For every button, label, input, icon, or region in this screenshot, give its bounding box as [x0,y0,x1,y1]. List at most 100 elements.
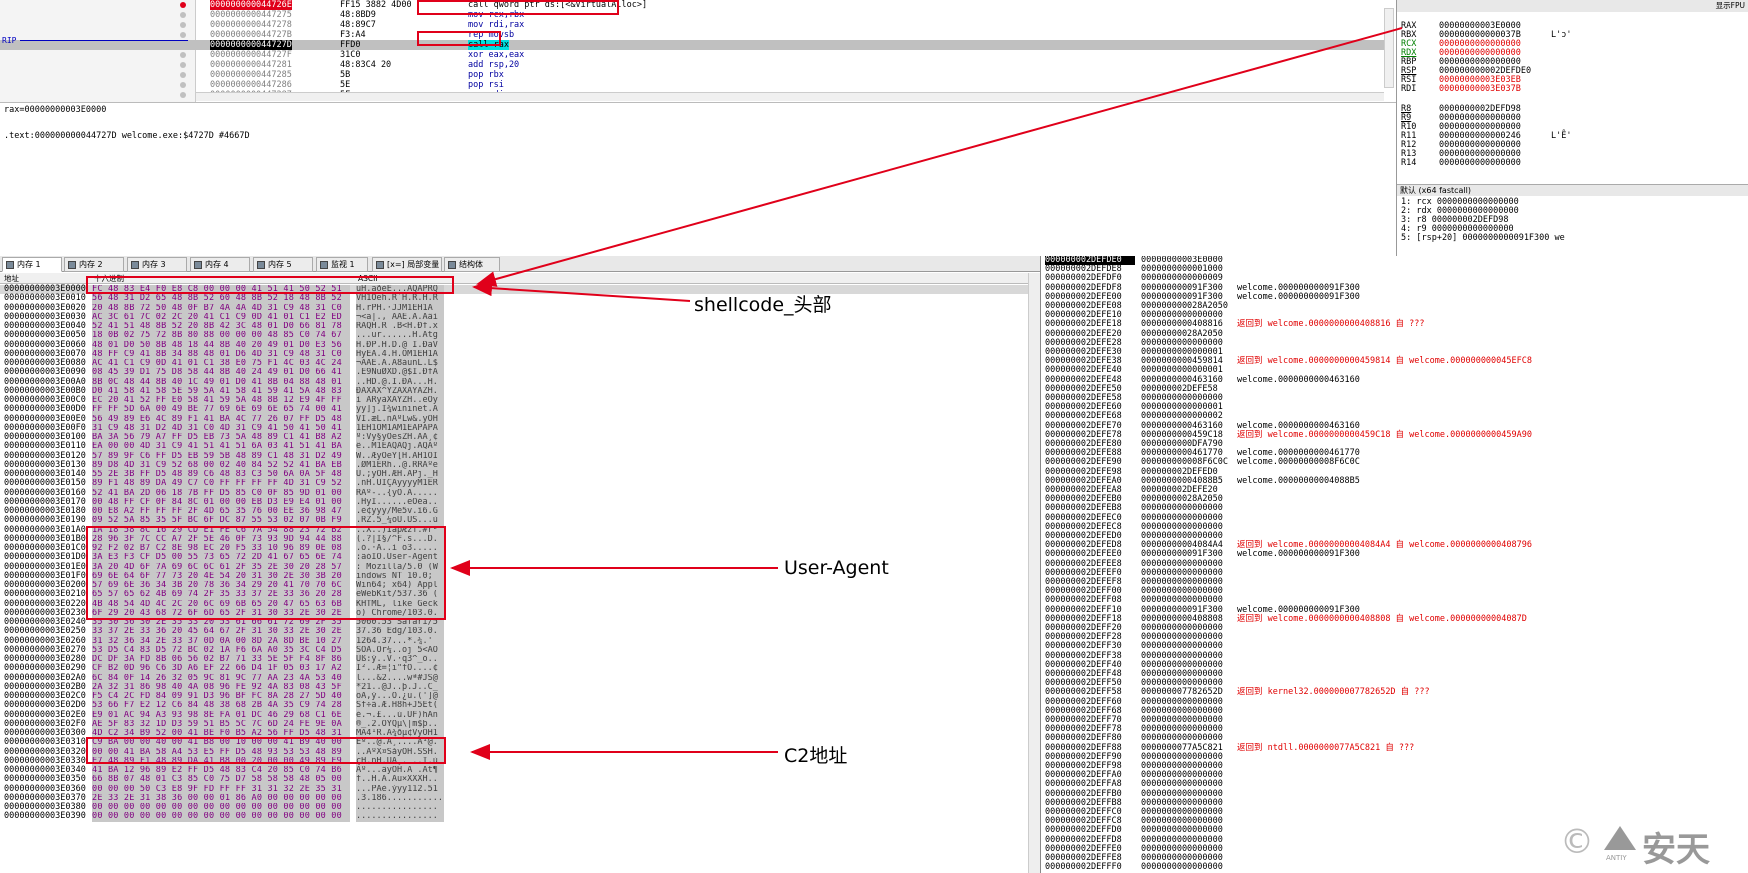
dump-row[interactable]: 00000000003E02F0 AE 5F 83 32 1D D3 59 51 … [0,719,1030,729]
dump-row[interactable]: 00000000003E0160 52 41 BA 2D 06 18 7B FF … [0,488,1030,498]
disasm-row[interactable]: 0000000000447278 48:89C7 mov rdi,rax [0,20,1390,30]
dump-row[interactable]: 00000000003E02D0 53 66 F7 E2 12 C6 84 48 … [0,700,1030,711]
dump-row[interactable]: 00000000003E0080 AC 41 C1 C9 0D 41 01 C1 … [0,358,1030,369]
show-fpu-button[interactable]: 显示FPU [1397,0,1748,12]
tab-label: 内存 2 [79,260,103,269]
dump-row[interactable]: 00000000003E0370 2E 33 2E 31 38 36 00 00 … [0,793,1030,803]
breakpoint-dot[interactable] [180,42,186,48]
tab-memory-4[interactable]: 内存 4 [190,257,250,272]
dump-row[interactable]: 00000000003E02A0 6C 84 0F 14 26 32 05 9C … [0,673,1030,683]
dump-hex: 08 45 39 D1 75 D8 58 44 8B 40 24 49 01 D… [92,368,350,378]
dump-row[interactable]: 00000000003E02C0 F5 C4 2C FD 84 09 91 D3 … [0,691,1030,702]
dump-row[interactable]: 00000000003E0170 00 48 FF CF 0F 84 8C 01 … [0,497,1030,507]
dump-row[interactable]: 00000000003E00E0 56 49 89 E6 4C 89 F1 41 … [0,414,1030,424]
stack-panel[interactable]: 000000002DEFDE0 00000000003E0000 000000002… [1040,256,1748,873]
disasm-row[interactable]: 000000000044727D FFD0 call rax [0,40,1390,50]
dump-row[interactable]: 00000000003E0140 55 2E 3B FF D5 48 89 C6 … [0,469,1030,480]
dump-row[interactable]: 00000000003E02B0 2A 32 31 86 98 40 4A 08 … [0,682,1030,692]
dump-hex: 09 52 5A 85 35 5F BC 6F DC 87 55 53 02 0… [92,516,350,526]
disassembly-view[interactable]: 000000000044726E FF15 3882 4D00 call qword… [0,0,1396,102]
tab-memory-2[interactable]: 内存 2 [64,257,124,272]
breakpoint-dot[interactable] [180,92,186,98]
dump-row[interactable]: 00000000003E0120 57 89 9F C6 FF D5 EB 59 … [0,451,1030,461]
disasm-row[interactable]: 0000000000447281 48:83C4 20 add rsp,20 [0,60,1390,70]
dump-row[interactable]: 00000000003E0280 DC DF 3A FD 8B 06 56 02 … [0,654,1030,665]
dump-row[interactable]: 00000000003E0040 52 41 51 48 8B 52 20 8B … [0,321,1030,332]
register-row[interactable]: RDI 00000000003E037B [1401,85,1551,94]
dump-row[interactable]: 00000000003E0100 BA 3A 56 79 A7 FF D5 EB … [0,432,1030,443]
calling-convention-header[interactable]: 默认 (x64 fastcall) [1397,184,1748,196]
dump-row[interactable]: 00000000003E00C0 EC 20 41 52 FF E0 58 41 … [0,395,1030,406]
disasm-row[interactable]: 000000000044726E FF15 3882 4D00 call qword… [0,0,1390,10]
breakpoint-dot[interactable] [180,82,186,88]
disasm-row[interactable]: 0000000000447275 48:8BD9 mov rcx,rbx [0,10,1390,20]
tab-icon [131,261,139,269]
dump-hex: EC 20 41 52 FF E0 58 41 59 5A 48 8B 12 E… [92,396,350,406]
dump-ascii: ...ur......H.Àtg [356,331,444,341]
tab-memory-5[interactable]: 内存 5 [253,257,313,272]
rip-label: RIP [2,36,17,45]
disasm-address: 000000000044727D [210,40,292,50]
dump-row[interactable]: 00000000003E0020 20 48 8B 72 50 48 0F B7 … [0,303,1030,313]
disasm-scrollbar[interactable] [1384,8,1394,88]
disasm-bytes: FF15 3882 4D00 [340,0,412,10]
watermark-brand: 安天 [1642,830,1710,870]
dump-row[interactable]: 00000000003E0350 66 8B 07 48 01 C3 85 C0 … [0,774,1030,785]
tab-watch-1[interactable]: 监视 1 [316,257,368,272]
dump-row[interactable]: 00000000003E0180 00 E8 A2 FF FF FF 2F 4D … [0,506,1030,517]
dump-row[interactable]: 00000000003E0150 89 F1 48 89 DA 49 C7 C0 … [0,478,1030,489]
disasm-row[interactable]: 000000000044727F 31C0 xor eax,eax [0,50,1390,60]
dump-ascii: Sf÷â.Æ.H8h+J5Ét( [356,701,444,711]
breakpoint-dot[interactable] [180,2,186,8]
dump-row[interactable]: 00000000003E00A0 8B 0C 48 44 8B 40 1C 49 … [0,377,1030,387]
dump-hex: 57 89 9F C6 FF D5 EB 59 5B 48 89 C1 48 3… [92,451,350,461]
dump-row[interactable]: 00000000003E0360 00 00 00 50 C3 E8 9F FD … [0,784,1030,794]
dump-hex: 48 01 D0 50 8B 48 18 44 8B 40 20 49 01 D… [92,340,350,350]
dump-row[interactable]: 00000000003E0050 18 0B 02 75 72 8B 80 88 … [0,330,1030,341]
disasm-hscrollbar[interactable] [196,92,1384,101]
dump-row[interactable]: 00000000003E00D0 FF FF 5D 6A 00 49 BE 77 … [0,404,1030,415]
tab-label: 内存 5 [268,260,292,269]
dump-row[interactable]: 00000000003E0030 AC 3C 61 7C 02 2C 20 41 … [0,312,1030,322]
dump-row[interactable]: 00000000003E0380 00 00 00 00 00 00 00 00 … [0,802,1030,813]
register-comment: L'ɔ' [1551,30,1572,40]
dump-row[interactable]: 00000000003E0250 33 37 2E 33 36 20 45 64 … [0,626,1030,637]
disasm-row[interactable]: 0000000000447285 5B pop rbx [0,70,1390,80]
breakpoint-dot[interactable] [180,62,186,68]
registers-panel[interactable]: 显示FPU RAX 00000000003E0000 RBX 000000000000… [1396,0,1748,256]
dump-row[interactable]: 00000000003E0090 08 45 39 D1 75 D8 58 44 … [0,367,1030,378]
tab-memory-3[interactable]: 内存 3 [127,257,187,272]
dump-scrollbar[interactable] [1028,273,1040,873]
address-info: .text:000000000044727D welcome.exe:$4727… [4,131,250,141]
dump-row[interactable]: 00000000003E0340 41 BA 12 96 89 E2 FF D5 … [0,765,1030,776]
breakpoint-dot[interactable] [180,22,186,28]
dump-row[interactable]: 00000000003E0260 31 32 36 34 2E 33 37 0D … [0,636,1030,646]
tab-locals[interactable]: [x=] 局部变量 [372,257,442,272]
breakpoint-dot[interactable] [180,12,186,18]
tab-memory-1[interactable]: 内存 1 [2,257,62,272]
dump-row[interactable]: 00000000003E0110 EA 00 00 4D 31 C9 41 51 … [0,441,1030,452]
dump-row[interactable]: 00000000003E00B0 D0 41 58 41 58 5E 59 5A … [0,386,1030,396]
dump-row[interactable]: 00000000003E0390 00 00 00 00 00 00 00 00 … [0,811,1030,822]
dump-row[interactable]: 00000000003E0070 48 FF C9 41 8B 34 88 48 … [0,349,1030,359]
breakpoint-dot[interactable] [180,32,186,38]
breakpoint-dot[interactable] [180,52,186,58]
dump-row[interactable]: 00000000003E0290 CF B2 0D 96 C6 3D A6 EF … [0,663,1030,674]
tab-struct[interactable]: 结构体 [444,257,500,272]
breakpoint-dot[interactable] [180,72,186,78]
dump-row[interactable]: 00000000003E0010 56 48 31 D2 65 48 8B 52 … [0,293,1030,304]
dump-row[interactable]: 00000000003E00F0 31 C9 48 31 D2 4D 31 C0 … [0,423,1030,433]
dump-hex: 20 48 8B 72 50 48 0F B7 4A 4A 4D 31 C9 4… [92,303,350,313]
dump-row[interactable]: 00000000003E02E0 E9 01 AC 94 A3 93 98 8E … [0,710,1030,720]
dump-row[interactable]: 00000000003E0130 89 D8 4D 31 C9 52 68 00 … [0,460,1030,470]
register-row[interactable]: R14 0000000000000000 [1401,159,1551,168]
dump-ascii: .RZ.5_¼oÜ.US...ù [356,516,444,526]
dump-row[interactable]: 00000000003E0060 48 01 D0 50 8B 48 18 44 … [0,340,1030,350]
disasm-row[interactable]: 0000000000447286 5E pop rsi [0,80,1390,90]
disasm-bytes: FFD0 [340,40,361,50]
disasm-row[interactable]: 000000000044727B F3:A4 rep movsb [0,30,1390,40]
dump-ascii: é.¬.£...ú.ÜF)hÁn [356,710,444,720]
stack-comment: 返回到 welcome.0000000000459C18 自 welcome.0… [1237,429,1532,440]
dump-row[interactable]: 00000000003E0270 53 D5 C4 83 D5 72 BC 02 … [0,645,1030,655]
dump-row[interactable]: 00000000003E0190 09 52 5A 85 35 5F BC 6F … [0,515,1030,526]
